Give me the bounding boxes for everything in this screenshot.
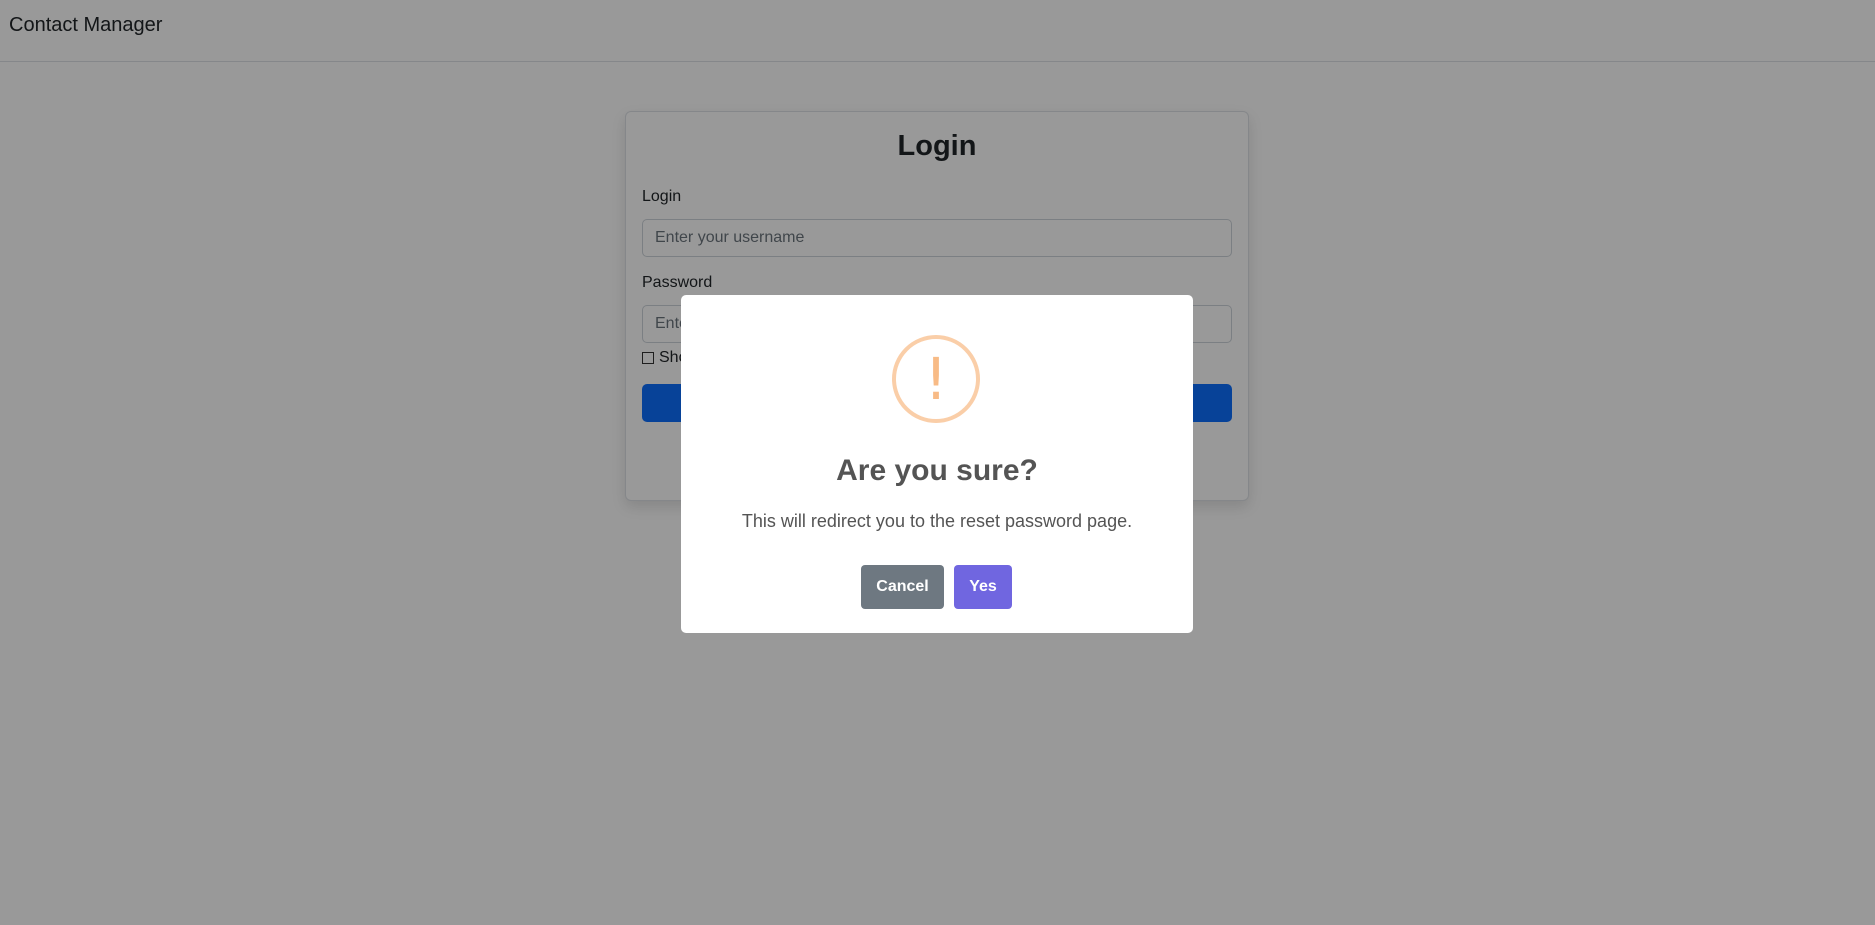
confirm-dialog: ! Are you sure? This will redirect you t… bbox=[681, 295, 1193, 633]
dialog-title: Are you sure? bbox=[836, 454, 1038, 487]
dialog-message: This will redirect you to the reset pass… bbox=[741, 511, 1133, 531]
exclamation-icon: ! bbox=[892, 335, 980, 423]
yes-button[interactable]: Yes bbox=[954, 565, 1012, 609]
cancel-button[interactable]: Cancel bbox=[861, 565, 944, 609]
